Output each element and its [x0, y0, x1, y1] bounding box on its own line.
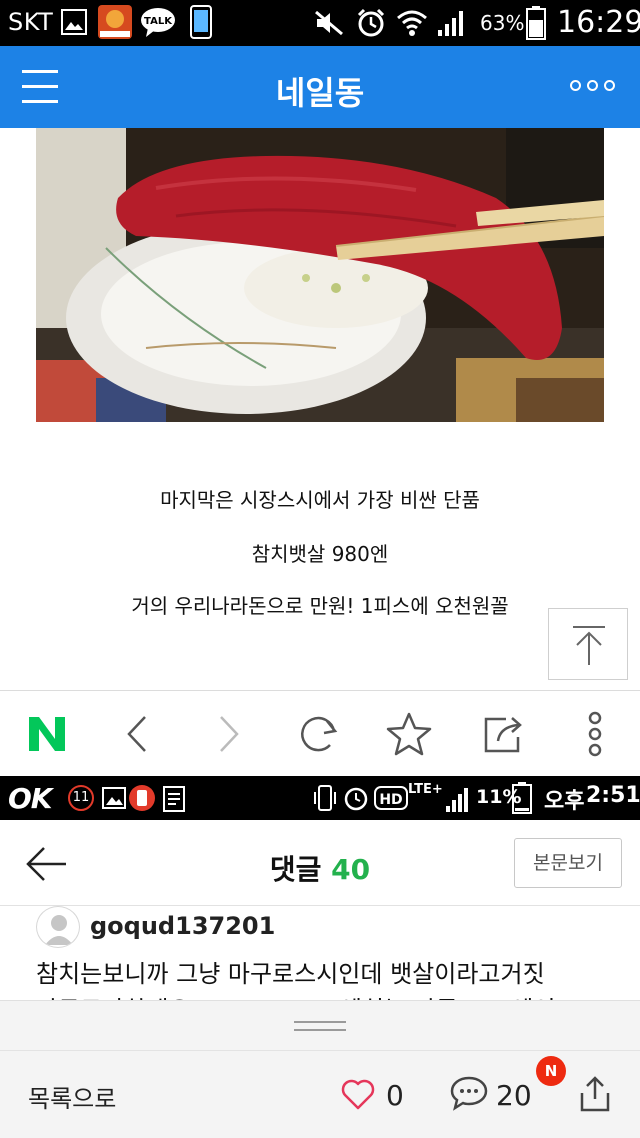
comments-header: 댓글 40 본문보기 — [0, 820, 640, 906]
new-badge: N — [536, 1056, 566, 1086]
page-title: 네일동 — [275, 74, 365, 112]
more-dots-icon[interactable] — [570, 78, 616, 94]
talk-icon: TALK — [141, 8, 175, 37]
bottom-action-bar: 목록으로 0 20 N — [0, 1050, 640, 1138]
comments-count: 40 — [331, 853, 371, 886]
game-app-icon — [98, 5, 132, 39]
article-line-2: 참치뱃살 980엔 — [251, 542, 389, 566]
notification-count-badge: 11 — [68, 785, 94, 811]
back-to-list-button[interactable]: 목록으로 — [28, 1079, 116, 1114]
comments-label: 댓글 — [269, 853, 322, 886]
svg-text:HD: HD — [379, 792, 402, 808]
like-count: 0 — [386, 1079, 404, 1112]
comment-item: goqud137201 참치는보니까 그냥 마구로스시인데 뱃살이라고거짓 마구… — [0, 906, 640, 1002]
wifi-icon — [397, 10, 427, 36]
gallery-icon — [102, 787, 126, 809]
svg-text:TALK: TALK — [144, 16, 173, 27]
status-bar-2: OK 11 HD LTE+ 11% 오후 2:51 — [0, 776, 640, 820]
clock: 16:29 — [557, 5, 640, 40]
battery-percent: 63% — [480, 11, 525, 35]
carrier-label: SKT — [8, 8, 54, 36]
comment-username[interactable]: goqud137201 — [90, 912, 275, 940]
forward-chevron-icon[interactable] — [204, 709, 254, 759]
refresh-icon[interactable] — [294, 709, 344, 759]
view-post-button[interactable]: 본문보기 — [514, 838, 622, 888]
gallery-icon — [61, 9, 87, 35]
share-icon[interactable] — [478, 709, 528, 759]
carrier-logo: OK — [8, 782, 52, 815]
star-icon[interactable] — [384, 709, 434, 759]
signal-icon — [438, 11, 463, 36]
hd-icon: HD — [374, 786, 408, 810]
naver-n-icon[interactable] — [22, 709, 72, 759]
comment-text-line-1: 참치는보니까 그냥 마구로스시인데 뱃살이라고거짓 — [36, 960, 545, 988]
tuna-sushi-photo — [36, 128, 604, 422]
battery-icon — [526, 6, 546, 40]
status-bar: SKT TALK 63% 16:29 — [0, 0, 640, 46]
app-notification-icon — [129, 785, 155, 811]
alarm-icon — [357, 8, 385, 37]
browser-toolbar — [0, 690, 640, 776]
scroll-to-top-button[interactable] — [548, 608, 628, 680]
mute-icon — [315, 10, 343, 36]
article-line-1: 마지막은 시장스시에서 가장 비싼 단품 — [160, 488, 480, 512]
drawer-handle[interactable] — [294, 1021, 346, 1031]
comment-bubble-icon[interactable] — [450, 1075, 488, 1111]
comment-drawer — [0, 1000, 640, 1050]
scroll-to-top-icon — [573, 626, 605, 665]
app-header: 네일동 — [0, 46, 640, 128]
heart-icon[interactable] — [340, 1077, 376, 1111]
more-vertical-icon[interactable] — [570, 709, 620, 759]
phone-icon — [190, 5, 212, 39]
alarm-icon — [344, 787, 368, 811]
avatar[interactable] — [36, 906, 80, 948]
share-icon[interactable] — [578, 1075, 612, 1113]
comment-text: 참치는보니까 그냥 마구로스시인데 뱃살이라고거짓 마구로라하네요 ㅋㅋㅋㅋ 9… — [36, 956, 626, 1002]
back-chevron-icon[interactable] — [112, 709, 162, 759]
svg-text:LTE+: LTE+ — [408, 782, 443, 797]
clock-ampm: 오후 — [544, 789, 585, 814]
clock: 2:51 — [586, 783, 640, 808]
battery-icon — [512, 782, 532, 814]
comment-count: 20 — [496, 1079, 532, 1112]
clipboard-icon — [163, 786, 185, 812]
article-line-3: 거의 우리나라돈으로 만원! 1피스에 오천원꼴 — [131, 594, 509, 618]
user-icon — [45, 915, 73, 945]
lte-signal-icon: LTE+ — [408, 782, 468, 812]
vibrate-icon — [314, 785, 336, 811]
